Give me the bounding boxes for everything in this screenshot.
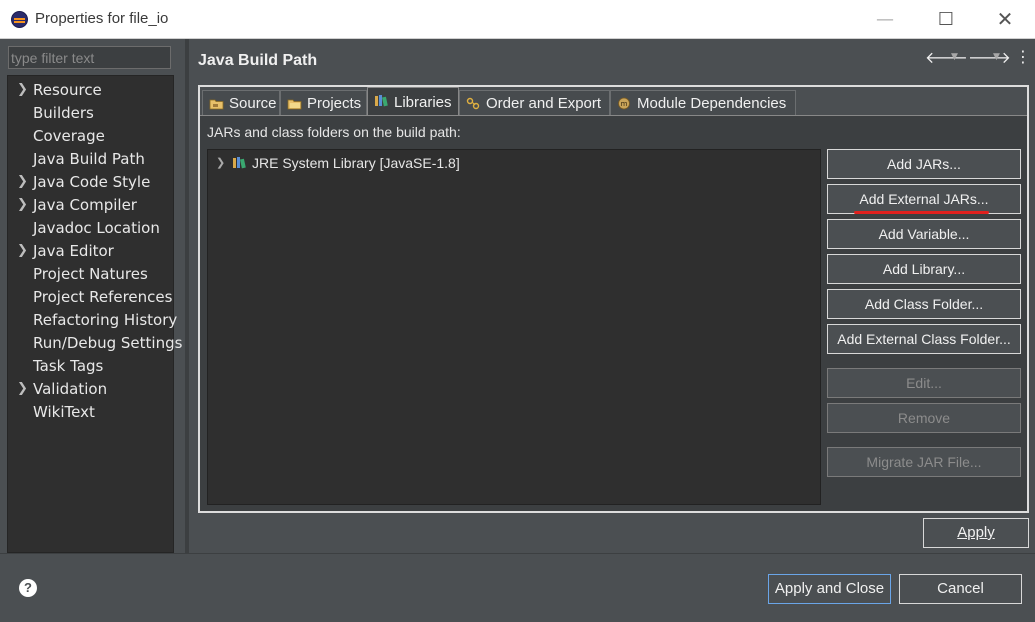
eclipse-app-icon bbox=[11, 11, 28, 28]
window-titlebar: Properties for file_io — ☐ ✕ bbox=[0, 0, 1035, 39]
add-variable-button[interactable]: Add Variable... bbox=[827, 219, 1021, 249]
jre-library-icon bbox=[233, 157, 246, 169]
chevron-right-icon[interactable]: ❯ bbox=[17, 378, 28, 400]
libraries-tab-panel: JARs and class folders on the build path… bbox=[200, 115, 1027, 511]
minimize-button[interactable]: — bbox=[862, 0, 908, 38]
module-icon: m bbox=[618, 97, 630, 110]
projects-folder-icon bbox=[287, 99, 302, 110]
order-export-icon bbox=[466, 97, 480, 110]
filter-input[interactable] bbox=[8, 46, 171, 69]
source-folder-icon bbox=[209, 99, 224, 110]
libraries-icon bbox=[375, 95, 388, 107]
chevron-right-icon[interactable]: ❯ bbox=[17, 194, 28, 216]
tab-projects[interactable]: Projects bbox=[280, 90, 367, 115]
page-title: Java Build Path bbox=[198, 52, 318, 69]
apply-and-close-button[interactable]: Apply and Close bbox=[768, 574, 891, 604]
help-icon[interactable]: ? bbox=[19, 579, 37, 597]
back-arrow-icon[interactable]: 🡐 bbox=[925, 47, 968, 67]
chevron-right-icon[interactable]: ❯ bbox=[17, 171, 28, 193]
tab-module-dependencies[interactable]: m Module Dependencies bbox=[610, 90, 796, 115]
maximize-button[interactable]: ☐ bbox=[923, 0, 969, 38]
chevron-right-icon[interactable]: ❯ bbox=[17, 240, 28, 262]
libraries-tree[interactable]: ❯ JRE System Library [JavaSE-1.8] bbox=[207, 149, 821, 505]
annotation-underline bbox=[854, 211, 989, 214]
close-button[interactable]: ✕ bbox=[982, 0, 1028, 38]
add-class-folder-button[interactable]: Add Class Folder... bbox=[827, 289, 1021, 319]
remove-button[interactable]: Remove bbox=[827, 403, 1021, 433]
chevron-right-icon[interactable]: ❯ bbox=[17, 79, 28, 101]
cancel-button[interactable]: Cancel bbox=[899, 574, 1022, 604]
add-library-button[interactable]: Add Library... bbox=[827, 254, 1021, 284]
dialog-button-bar: ? Apply and Close Cancel bbox=[0, 553, 1035, 622]
migrate-jar-button[interactable]: Migrate JAR File... bbox=[827, 447, 1021, 477]
view-menu-icon[interactable]: ⋮ bbox=[1015, 47, 1031, 66]
add-external-jars-button[interactable]: Add External JARs... bbox=[827, 184, 1021, 214]
tab-libraries[interactable]: Libraries bbox=[367, 87, 459, 116]
panel-splitter[interactable] bbox=[185, 39, 189, 553]
add-jars-button[interactable]: Add JARs... bbox=[827, 149, 1021, 179]
tab-source[interactable]: Source bbox=[202, 90, 280, 115]
add-external-class-folder-button[interactable]: Add External Class Folder... bbox=[827, 324, 1021, 354]
properties-sidebar: ❯Resource Builders Coverage Java Build P… bbox=[0, 39, 185, 553]
edit-button[interactable]: Edit... bbox=[827, 368, 1021, 398]
apply-button[interactable]: Apply bbox=[923, 518, 1029, 548]
svg-text:m: m bbox=[621, 100, 628, 108]
property-page-tree: ❯ Resource Builders Coverage Java Build P… bbox=[7, 75, 182, 553]
window-title: Properties for file_io bbox=[35, 10, 169, 27]
build-path-content: Source Projects Libraries Order and Expo… bbox=[198, 85, 1029, 513]
tab-order-and-export[interactable]: Order and Export bbox=[459, 90, 610, 115]
page-header: Java Build Path 🡐 ▼ 🡒 ▼ ⋮ bbox=[189, 39, 1035, 79]
forward-arrow-icon[interactable]: 🡒 bbox=[968, 47, 1011, 67]
forward-history-dropdown-icon[interactable]: ▼ bbox=[993, 52, 1000, 62]
chevron-right-icon[interactable]: ❯ bbox=[216, 153, 225, 173]
back-history-dropdown-icon[interactable]: ▼ bbox=[951, 52, 958, 62]
libraries-caption: JARs and class folders on the build path… bbox=[207, 124, 461, 140]
